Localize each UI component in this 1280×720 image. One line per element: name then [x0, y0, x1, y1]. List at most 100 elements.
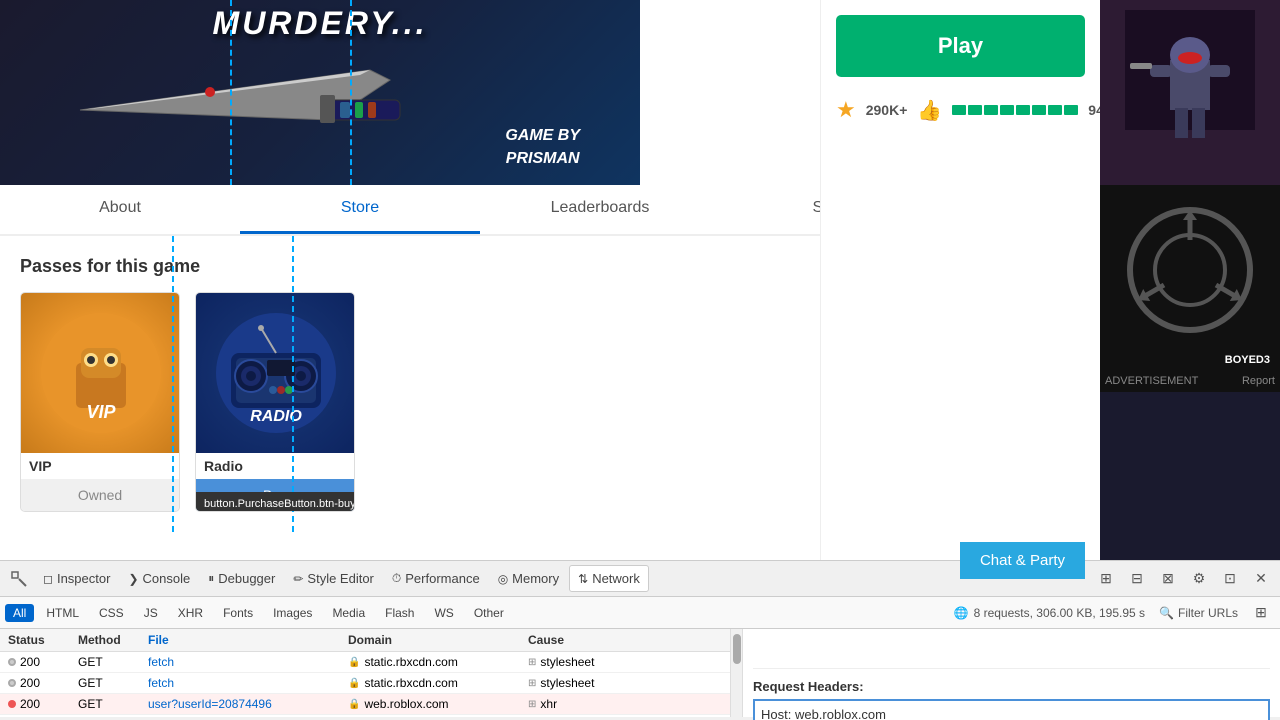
- network-row[interactable]: 200 GET fetch 🔒 static.rbxcdn.com ⊞ styl…: [0, 673, 730, 694]
- radio-pass-card: RADIO Radio button.PurchaseButton.btn-bu…: [195, 292, 355, 512]
- ad-report[interactable]: Report: [1242, 375, 1275, 387]
- play-button[interactable]: Play: [836, 15, 1085, 77]
- devtools-tab-console[interactable]: ❯ Console: [120, 566, 198, 591]
- console-icon: ❯: [128, 572, 138, 586]
- col-header-status: Status: [0, 633, 70, 647]
- network-table-wrapper: Status Method File Domain Cause 200 GET: [0, 629, 742, 717]
- filter-xhr[interactable]: XHR: [170, 604, 211, 622]
- inspector-icon: ◻: [43, 572, 53, 586]
- col-header-domain: Domain: [340, 633, 520, 647]
- row2-method: GET: [70, 676, 140, 690]
- row3-file: user?userId=20874496: [140, 697, 340, 711]
- radio-pass-image: RADIO: [196, 293, 355, 453]
- filter-options-button[interactable]: ⊞: [1247, 599, 1275, 627]
- status-indicator: [8, 679, 16, 687]
- radio-pass-name: Radio: [196, 453, 354, 479]
- col-header-cause: Cause: [520, 633, 640, 647]
- chat-party-button[interactable]: Chat & Party: [960, 542, 1085, 579]
- banner-title: MURDERY...: [100, 5, 540, 42]
- devtools-filter-bar: All HTML CSS JS XHR Fonts Images Media F…: [0, 597, 1280, 629]
- filter-media[interactable]: Media: [324, 604, 373, 622]
- tabs-bar: About Store Leaderboards Servers: [0, 185, 820, 236]
- filter-css[interactable]: CSS: [91, 604, 132, 622]
- host-header-field[interactable]: [753, 699, 1270, 720]
- close-devtools-button[interactable]: ✕: [1247, 565, 1275, 593]
- like-bar: [952, 105, 1078, 115]
- vip-pass-image: VIP: [21, 293, 180, 453]
- scroll-thumb: [733, 634, 741, 664]
- network-row[interactable]: 200 GET fetch 🔒 static.rbxcdn.com ⊞ styl…: [0, 652, 730, 673]
- settings-button[interactable]: ⚙: [1185, 565, 1213, 593]
- center-content: MURDERY... GAME BYPRISMAN About Store Le…: [0, 0, 820, 560]
- row1-status: 200: [0, 655, 70, 669]
- knife-image: [50, 30, 430, 160]
- filter-all[interactable]: All: [5, 604, 34, 622]
- tab-store[interactable]: Store: [240, 185, 480, 234]
- row1-cause: ⊞ stylesheet: [520, 655, 640, 669]
- pick-element-button[interactable]: [5, 565, 33, 593]
- devtools-tab-memory[interactable]: ◎ Memory: [490, 566, 567, 591]
- devtools-content-area: Status Method File Domain Cause 200 GET: [0, 629, 1280, 717]
- filter-flash[interactable]: Flash: [377, 604, 422, 622]
- tab-leaderboards[interactable]: Leaderboards: [480, 185, 720, 234]
- devtools-tab-inspector[interactable]: ◻ Inspector: [35, 566, 118, 591]
- filter-fonts[interactable]: Fonts: [215, 604, 261, 622]
- network-icon: ⇅: [578, 572, 588, 586]
- debugger-icon: ⏸: [208, 571, 214, 586]
- filter-ws[interactable]: WS: [426, 604, 461, 622]
- lock-icon: 🔒: [348, 699, 360, 710]
- devtools-tab-network[interactable]: ⇅ Network: [569, 565, 649, 592]
- row2-domain: 🔒 static.rbxcdn.com: [340, 676, 520, 690]
- ad-label: ADVERTISEMENT: [1105, 375, 1198, 387]
- performance-icon: ⏱: [392, 571, 401, 586]
- passes-title: Passes for this game: [20, 256, 800, 277]
- favorites-icon: ★: [836, 97, 856, 123]
- page-wrapper: MURDERY... GAME BYPRISMAN About Store Le…: [0, 0, 1280, 720]
- favorites-count: 290K+: [866, 102, 908, 118]
- devtools-tab-performance[interactable]: ⏱ Performance: [384, 566, 488, 591]
- tooltip-selector: button.PurchaseButton.btn-buy-md.btn-ful…: [204, 498, 355, 510]
- filter-html[interactable]: HTML: [38, 604, 87, 622]
- row2-file: fetch: [140, 676, 340, 690]
- element-tooltip: button.PurchaseButton.btn-buy-md.btn-ful…: [196, 492, 355, 512]
- row2-status: 200: [0, 676, 70, 690]
- svg-text:BOYED3: BOYED3: [1225, 354, 1270, 366]
- vip-owned-button[interactable]: Owned: [21, 479, 179, 511]
- lock-icon: 🔒: [348, 678, 360, 689]
- filter-images[interactable]: Images: [265, 604, 320, 622]
- network-row[interactable]: 200 GET user?userId=20874496 🔒 web.roblo…: [0, 694, 730, 715]
- play-area: Play ★ 290K+ 👍 9: [820, 0, 1100, 560]
- cause-icon: ⊞: [528, 678, 536, 689]
- status-indicator: [8, 700, 16, 708]
- network-table-header: Status Method File Domain Cause: [0, 629, 730, 652]
- devtools-toolbar: ◻ Inspector ❯ Console ⏸ Debugger ✏ Style…: [0, 561, 1280, 597]
- svg-text:VIP: VIP: [86, 402, 116, 422]
- split-vertical-button[interactable]: ⊟: [1123, 565, 1151, 593]
- passes-section: Passes for this game: [0, 236, 820, 532]
- layout-button[interactable]: ⊠: [1154, 565, 1182, 593]
- devtools-tab-style-editor[interactable]: ✏ Style Editor: [285, 566, 382, 591]
- filter-url-icon: 🔍: [1159, 606, 1174, 620]
- dock-button[interactable]: ⊡: [1216, 565, 1244, 593]
- network-icon-small: 🌐: [954, 606, 969, 620]
- devtools-tab-debugger[interactable]: ⏸ Debugger: [200, 566, 283, 591]
- request-details-panel: Request Headers:: [742, 629, 1280, 717]
- col-header-file: File: [140, 633, 340, 647]
- row3-cause: ⊞ xhr: [520, 697, 640, 711]
- row1-domain: 🔒 static.rbxcdn.com: [340, 655, 520, 669]
- request-stats: 8 requests, 306.00 KB, 195.95 s: [974, 606, 1145, 620]
- svg-text:RADIO: RADIO: [250, 408, 302, 425]
- tab-about[interactable]: About: [0, 185, 240, 234]
- filter-js[interactable]: JS: [136, 604, 166, 622]
- filter-other[interactable]: Other: [466, 604, 512, 622]
- vip-pass-name: VIP: [21, 453, 179, 479]
- network-scrollbar[interactable]: [730, 629, 742, 717]
- top-content: MURDERY... GAME BYPRISMAN About Store Le…: [0, 0, 1280, 560]
- tab-servers[interactable]: Servers: [720, 185, 820, 234]
- thumbs-up-icon: 👍: [917, 98, 942, 123]
- split-horizontal-button[interactable]: ⊞: [1092, 565, 1120, 593]
- devtools-panel: ◻ Inspector ❯ Console ⏸ Debugger ✏ Style…: [0, 560, 1280, 720]
- cause-icon: ⊞: [528, 699, 536, 710]
- row2-cause: ⊞ stylesheet: [520, 676, 640, 690]
- row1-file: fetch: [140, 655, 340, 669]
